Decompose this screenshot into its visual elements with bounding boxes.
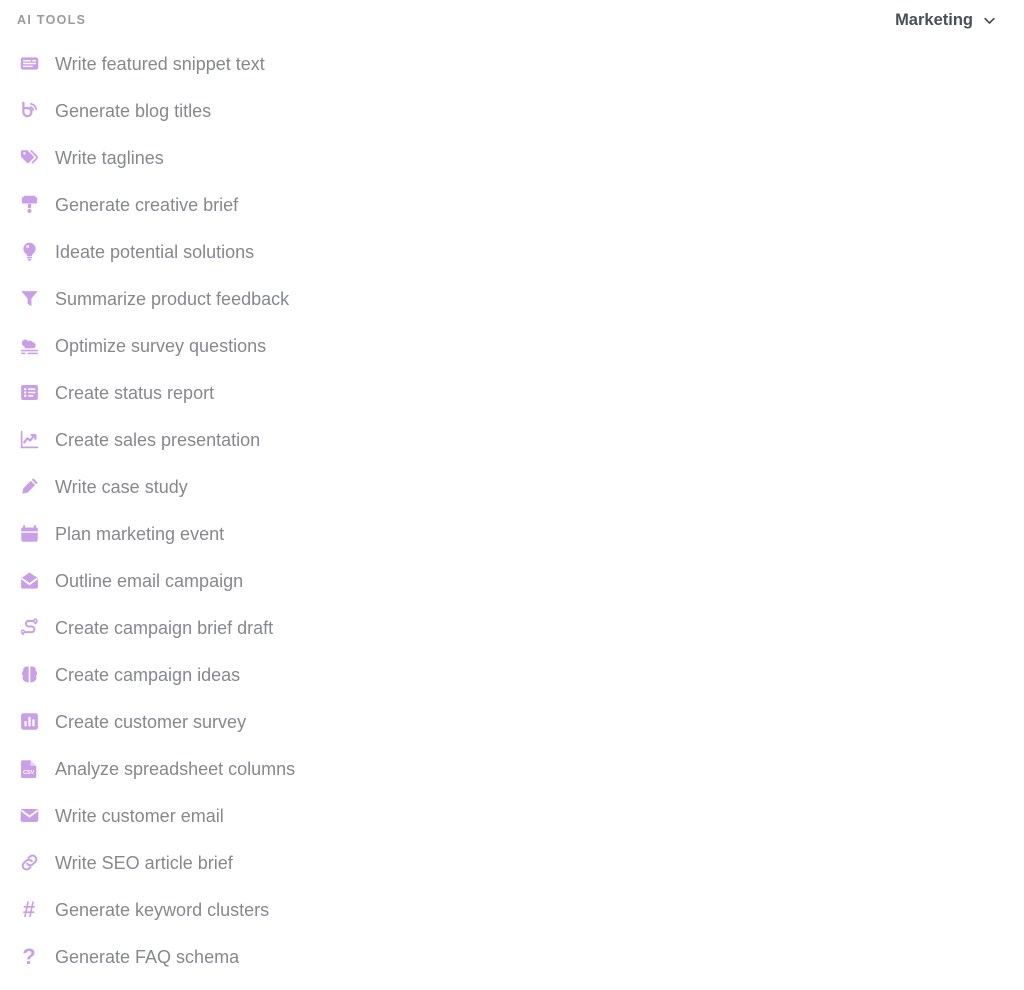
snippet-card-icon (17, 52, 41, 76)
paint-brush-icon (17, 193, 41, 217)
chevron-down-icon (982, 13, 997, 28)
brain-icon (17, 663, 41, 687)
tool-list-item-label: Write SEO article brief (55, 852, 233, 873)
envelope-open-icon (17, 569, 41, 593)
page-title: AI TOOLS (17, 13, 87, 27)
tool-list-item-label: Ideate potential solutions (55, 241, 255, 262)
tool-list-item-label: Create sales presentation (55, 429, 261, 450)
lightbulb-icon (17, 240, 41, 264)
tool-list-item[interactable]: Optimize survey questions (0, 322, 1024, 369)
tool-list-item[interactable]: Ideate potential solutions (0, 228, 1024, 275)
tool-list-item[interactable]: Write SEO article brief (0, 839, 1024, 886)
tool-list-item[interactable]: Generate creative brief (0, 181, 1024, 228)
chart-line-up-icon (17, 428, 41, 452)
tool-list-item-label: Create campaign ideas (55, 664, 241, 685)
category-dropdown[interactable]: Marketing (895, 11, 997, 30)
tool-list-item-label: Create customer survey (55, 711, 247, 732)
calendar-icon (17, 522, 41, 546)
tool-list-item[interactable]: Create sales presentation (0, 416, 1024, 463)
category-dropdown-label: Marketing (895, 10, 973, 29)
svg-text:CSV: CSV (23, 770, 35, 776)
tool-list-item-label: Generate FAQ schema (55, 946, 240, 967)
funnel-icon (17, 287, 41, 311)
tool-list-item[interactable]: CSV Analyze spreadsheet columns (0, 745, 1024, 792)
tool-list-item-label: Generate keyword clusters (55, 899, 270, 920)
tool-list-item-label: Generate creative brief (55, 194, 239, 215)
link-chain-icon (17, 851, 41, 875)
tool-list-item[interactable]: Plan marketing event (0, 510, 1024, 557)
hash-icon: # (22, 896, 36, 922)
blog-rss-icon (17, 99, 41, 123)
ai-tools-panel: AI TOOLS Marketing Write featured snippe… (0, 0, 1024, 990)
tool-list-item[interactable]: Create status report (0, 369, 1024, 416)
tool-list-item[interactable]: Create campaign ideas (0, 651, 1024, 698)
tags-icon (17, 146, 41, 170)
tool-list-item[interactable]: Summarize product feedback (0, 275, 1024, 322)
tool-list-item[interactable]: Write case study (0, 463, 1024, 510)
csv-file-icon: CSV (17, 757, 41, 781)
envelope-icon (17, 804, 41, 828)
tool-list-item-label: Summarize product feedback (55, 288, 290, 309)
tool-list-item[interactable]: Create campaign brief draft (0, 604, 1024, 651)
tool-list-item[interactable]: ? Generate FAQ schema (0, 933, 1024, 980)
tool-list-item[interactable]: Generate blog titles (0, 87, 1024, 134)
tool-list-item[interactable]: Write taglines (0, 134, 1024, 181)
question-mark-icon: ? (22, 943, 36, 969)
tool-list-item[interactable]: Write customer email (0, 792, 1024, 839)
tool-list-item[interactable]: Outline email campaign (0, 557, 1024, 604)
tool-list-item-label: Write case study (55, 476, 188, 497)
tool-list-item[interactable]: # Generate keyword clusters (0, 886, 1024, 933)
tool-list-item[interactable]: Create customer survey (0, 698, 1024, 745)
tool-list-item-label: Analyze spreadsheet columns (55, 758, 296, 779)
tool-list-item-label: Optimize survey questions (55, 335, 267, 356)
tool-list-item-label: Generate blog titles (55, 100, 212, 121)
tool-list-item-label: Plan marketing event (55, 523, 225, 544)
panel-header: AI TOOLS Marketing (0, 0, 1024, 40)
tool-list-item-label: Create status report (55, 382, 215, 403)
tool-list-item-label: Write taglines (55, 147, 164, 168)
tool-list-item[interactable]: Write featured snippet text (0, 40, 1024, 87)
route-pins-icon (17, 616, 41, 640)
cloud-icon (17, 334, 41, 358)
tool-list: Write featured snippet text Generate blog… (0, 40, 1024, 980)
bar-chart-square-icon (17, 710, 41, 734)
list-report-icon (17, 381, 41, 405)
pencil-icon (17, 475, 41, 499)
tool-list-item-label: Create campaign brief draft (55, 617, 274, 638)
tool-list-item-label: Outline email campaign (55, 570, 244, 591)
tool-list-item-label: Write customer email (55, 805, 224, 826)
tool-list-item-label: Write featured snippet text (55, 53, 265, 74)
